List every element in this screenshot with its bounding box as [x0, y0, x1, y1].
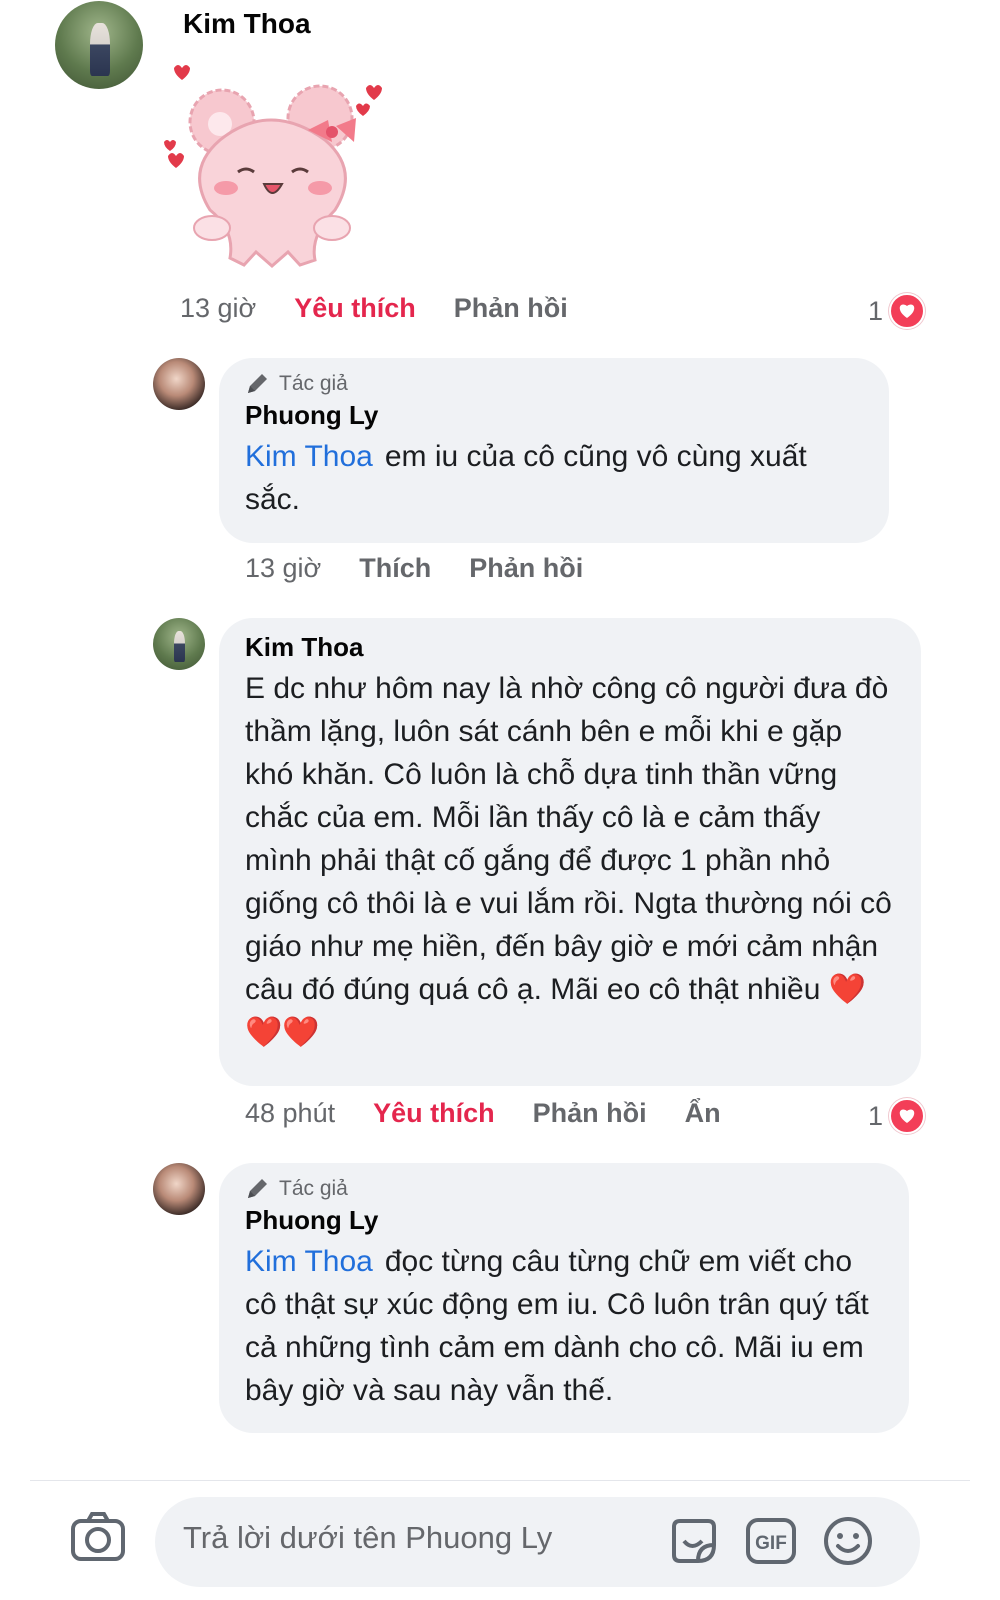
reaction-count-number: 1 [868, 295, 884, 326]
comment-time[interactable]: 13 giờ [180, 293, 256, 324]
comment-bubble: Tác giả Phuong Ly Kim Thoa em iu của cô c… [219, 358, 889, 543]
avatar-phuong-ly[interactable] [153, 358, 205, 410]
author-tag-label: Tác giả [279, 1177, 348, 1200]
pencil-icon [248, 374, 267, 393]
like-button[interactable]: Thích [359, 553, 431, 584]
comment-bubble: Kim Thoa E dc như hôm nay là nhờ công cô… [219, 618, 921, 1086]
reply-button[interactable]: Phản hồi [454, 293, 568, 324]
comment-body: E dc như hôm nay là nhờ công cô người đư… [245, 672, 892, 1006]
comment-text: Kim Thoa đọc từng câu từng chữ em viết ch… [245, 1240, 883, 1412]
heart-reaction-icon [889, 1098, 926, 1134]
avatar-phuong-ly[interactable] [153, 1163, 205, 1215]
comment-author-name[interactable]: Phuong Ly [245, 1205, 883, 1236]
author-badge: Tác giả [245, 372, 863, 396]
avatar-kim-thoa[interactable] [153, 618, 205, 670]
comment-author-name[interactable]: Kim Thoa [245, 632, 895, 663]
comment-actions: 13 giờ Thích Phản hồi [245, 553, 621, 584]
heart-reaction-icon [889, 293, 926, 329]
comment-actions: 48 phút Yêu thích Phản hồi Ẩn [245, 1098, 759, 1129]
reply-input-placeholder: Trả lời dưới tên Phuong Ly [183, 1520, 553, 1555]
gif-icon[interactable]: GIF [745, 1515, 797, 1567]
reply-button[interactable]: Phản hồi [533, 1098, 647, 1129]
reaction-count-number: 1 [868, 1100, 884, 1131]
pink-bear-sticker [164, 65, 382, 268]
avatar-kim-thoa[interactable] [55, 1, 143, 89]
reply-button[interactable]: Phản hồi [469, 553, 583, 584]
pencil-icon [248, 1179, 267, 1198]
comment-author-name[interactable]: Kim Thoa [183, 8, 311, 40]
emoji-icon[interactable] [822, 1515, 874, 1567]
comment-text: E dc như hôm nay là nhờ công cô người đư… [245, 667, 895, 1054]
love-button[interactable]: Yêu thích [373, 1098, 495, 1129]
mention-link[interactable]: Kim Thoa [245, 440, 373, 473]
comment-time[interactable]: 13 giờ [245, 553, 321, 584]
author-badge: Tác giả [245, 1177, 883, 1201]
camera-icon[interactable] [70, 1511, 126, 1563]
comment-text: Kim Thoa em iu của cô cũng vô cùng xuất s… [245, 435, 863, 521]
comment-actions: 13 giờ Yêu thích Phản hồi [180, 293, 606, 324]
comment-thread: Kim Thoa 13 giờ Yêu thích Phản hồi 1 Tác… [0, 0, 1000, 1600]
gif-label: GIF [755, 1533, 787, 1554]
comment-time[interactable]: 48 phút [245, 1098, 335, 1129]
sticker-icon[interactable] [668, 1515, 720, 1567]
comment-bubble: Tác giả Phuong Ly Kim Thoa đọc từng câu t… [219, 1163, 909, 1433]
comment-author-name[interactable]: Phuong Ly [245, 400, 863, 431]
hide-button[interactable]: Ẩn [685, 1098, 721, 1129]
reaction-count[interactable]: 1 [868, 1098, 926, 1134]
love-button[interactable]: Yêu thích [294, 293, 416, 324]
reaction-count[interactable]: 1 [868, 293, 926, 329]
author-tag-label: Tác giả [279, 372, 348, 395]
mention-link[interactable]: Kim Thoa [245, 1245, 373, 1278]
